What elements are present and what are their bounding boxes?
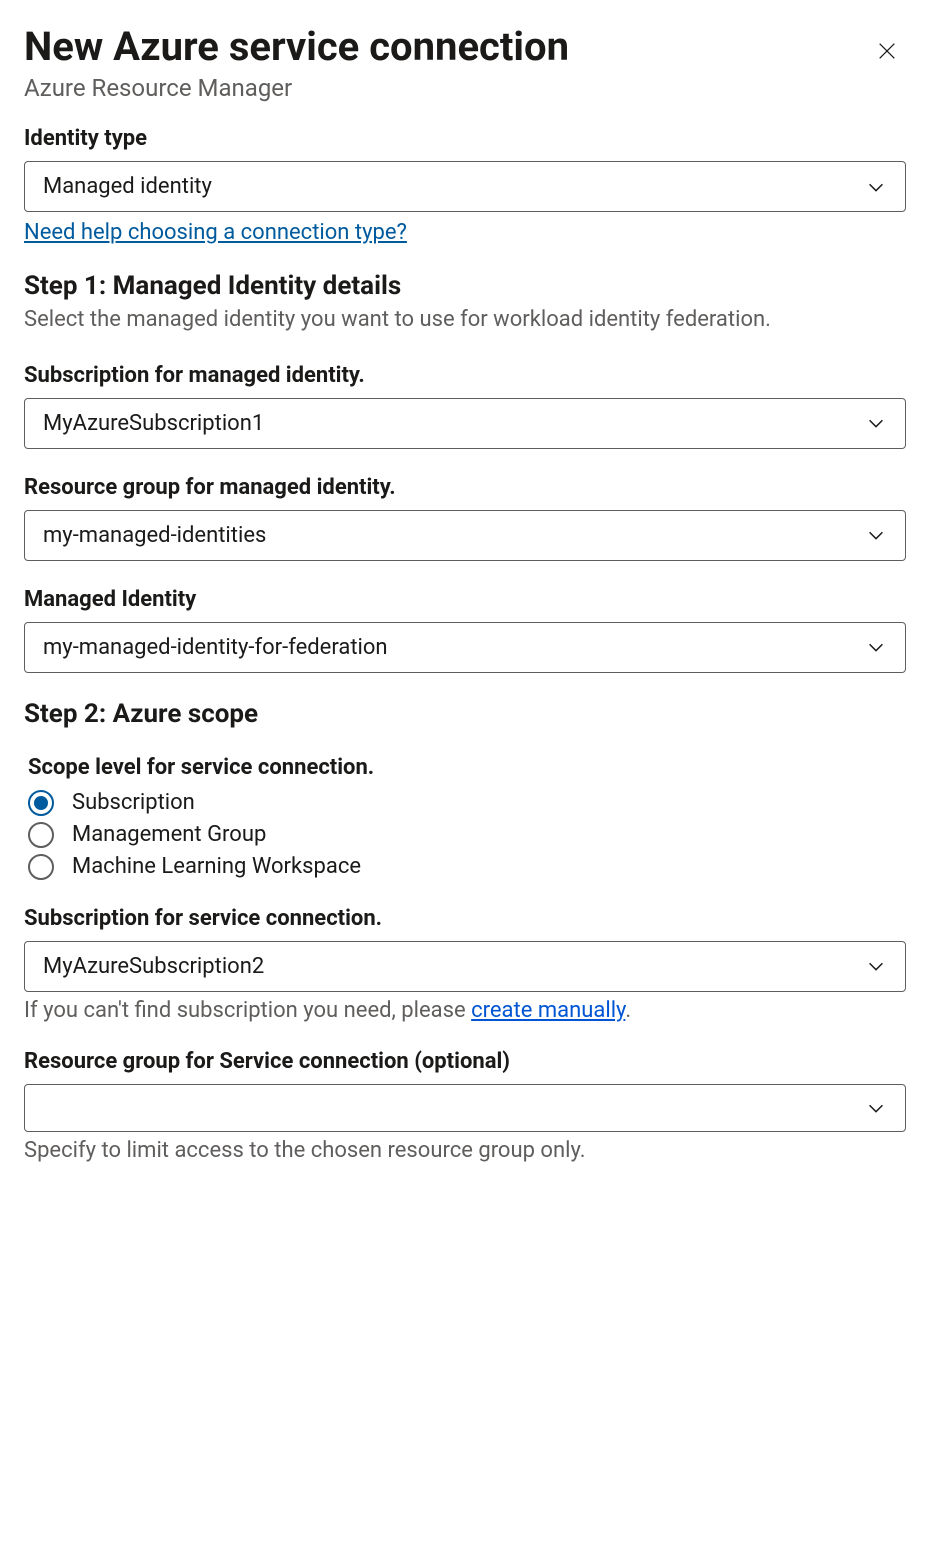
step2-resource-group-dropdown[interactable] [24,1084,906,1132]
step1-managed-identity-value: my-managed-identity-for-federation [43,635,388,660]
step2-subscription-dropdown[interactable]: MyAzureSubscription2 [24,941,906,992]
step1-resource-group-value: my-managed-identities [43,523,266,548]
step2-title: Step 2: Azure scope [24,699,906,729]
dialog-header: New Azure service connection Azure Resou… [24,24,906,102]
radio-icon [28,790,54,816]
chevron-down-icon [865,412,887,434]
step1-subscription-value: MyAzureSubscription1 [43,411,264,436]
scope-option-management-group[interactable]: Management Group [28,822,906,848]
step1-resource-group-label: Resource group for managed identity. [24,475,906,500]
scope-option-ml-workspace[interactable]: Machine Learning Workspace [28,854,906,880]
scope-level-group: Subscription Management Group Machine Le… [28,790,906,880]
scope-level-label: Scope level for service connection. [28,755,906,780]
radio-icon [28,822,54,848]
close-icon [876,50,898,65]
step2-resource-group-label: Resource group for Service connection (o… [24,1049,906,1074]
scope-option-label: Management Group [72,822,266,847]
chevron-down-icon [865,1097,887,1119]
radio-icon [28,854,54,880]
close-button[interactable] [868,32,906,73]
step2-resource-group-hint: Specify to limit access to the chosen re… [24,1138,906,1163]
dialog-title: New Azure service connection [24,24,569,70]
scope-option-label: Subscription [72,790,195,815]
step1-description: Select the managed identity you want to … [24,305,906,335]
scope-option-label: Machine Learning Workspace [72,854,361,879]
chevron-down-icon [865,524,887,546]
identity-type-value: Managed identity [43,174,212,199]
step2-subscription-value: MyAzureSubscription2 [43,954,264,979]
step1-title: Step 1: Managed Identity details [24,271,906,301]
step1-subscription-label: Subscription for managed identity. [24,363,906,388]
dialog-subtitle: Azure Resource Manager [24,74,569,102]
step1-resource-group-dropdown[interactable]: my-managed-identities [24,510,906,561]
create-manually-link[interactable]: create manually [471,998,625,1023]
step2-subscription-label: Subscription for service connection. [24,906,906,931]
identity-type-label: Identity type [24,126,906,151]
step1-subscription-dropdown[interactable]: MyAzureSubscription1 [24,398,906,449]
step2-subscription-hint: If you can't find subscription you need,… [24,998,906,1023]
step1-managed-identity-label: Managed Identity [24,587,906,612]
scope-option-subscription[interactable]: Subscription [28,790,906,816]
identity-type-dropdown[interactable]: Managed identity [24,161,906,212]
chevron-down-icon [865,636,887,658]
chevron-down-icon [865,176,887,198]
step1-managed-identity-dropdown[interactable]: my-managed-identity-for-federation [24,622,906,673]
chevron-down-icon [865,955,887,977]
help-choosing-link[interactable]: Need help choosing a connection type? [24,220,407,245]
